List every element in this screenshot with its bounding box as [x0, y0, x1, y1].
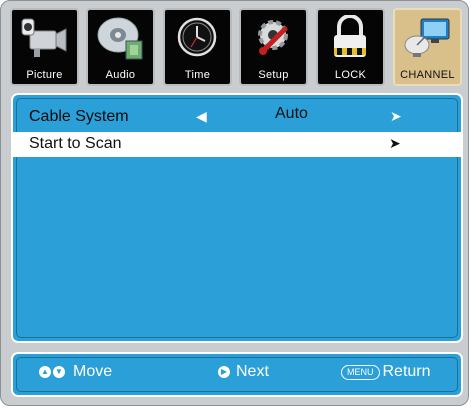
menu-tab-bar: Picture Audio Time Setup LOCK CHANNEL: [10, 8, 462, 88]
tab-picture[interactable]: Picture: [10, 8, 79, 86]
right-arrow-icon[interactable]: ➤: [390, 108, 402, 125]
next-hint: ▶ Next: [218, 363, 269, 381]
camera-icon: [21, 18, 67, 57]
channel-menu-panel: Cable System ◀ Auto ➤ Start to Scan ➤: [11, 93, 463, 343]
enter-arrow-icon[interactable]: ➤: [389, 135, 401, 152]
key-hint-bar: ▲ ▼ Move ▶ Next MENU Return: [11, 352, 463, 397]
cable-system-value: Auto: [275, 105, 308, 122]
right-key-icon: ▶: [218, 366, 230, 378]
tab-lock[interactable]: LOCK: [316, 8, 385, 86]
satellite-dish-icon: [404, 18, 450, 57]
return-label: Return: [382, 363, 431, 380]
osd-frame: Picture Audio Time Setup LOCK CHANNEL Ca…: [0, 0, 469, 406]
tab-label: Picture: [26, 69, 63, 81]
gear-wrench-icon: [258, 20, 288, 55]
tab-label: CHANNEL: [400, 69, 455, 81]
tab-time[interactable]: Time: [163, 8, 232, 86]
cable-system-label: Cable System: [29, 108, 129, 125]
tab-label: Time: [184, 69, 211, 81]
cable-system-row[interactable]: Cable System ◀ Auto ➤: [13, 105, 461, 129]
down-key-icon: ▼: [53, 366, 65, 378]
left-arrow-icon[interactable]: ◀: [196, 108, 207, 125]
tab-label: Audio: [105, 69, 136, 81]
move-hint: ▲ ▼ Move: [39, 363, 112, 381]
menu-key-icon: MENU: [341, 364, 380, 380]
up-key-icon: ▲: [39, 366, 51, 378]
start-scan-label: Start to Scan: [29, 135, 122, 152]
clock-icon: [177, 17, 217, 57]
return-hint: MENU Return: [341, 363, 431, 381]
tab-setup[interactable]: Setup: [239, 8, 308, 86]
tab-audio[interactable]: Audio: [86, 8, 155, 86]
tab-channel[interactable]: CHANNEL: [393, 8, 462, 86]
next-label: Next: [236, 363, 269, 380]
disc-icon: [97, 17, 143, 60]
padlock-icon: [334, 15, 366, 57]
start-scan-row[interactable]: Start to Scan ➤: [13, 132, 461, 157]
move-label: Move: [73, 363, 113, 380]
tab-label: Setup: [258, 69, 289, 81]
tab-label: LOCK: [334, 69, 367, 81]
